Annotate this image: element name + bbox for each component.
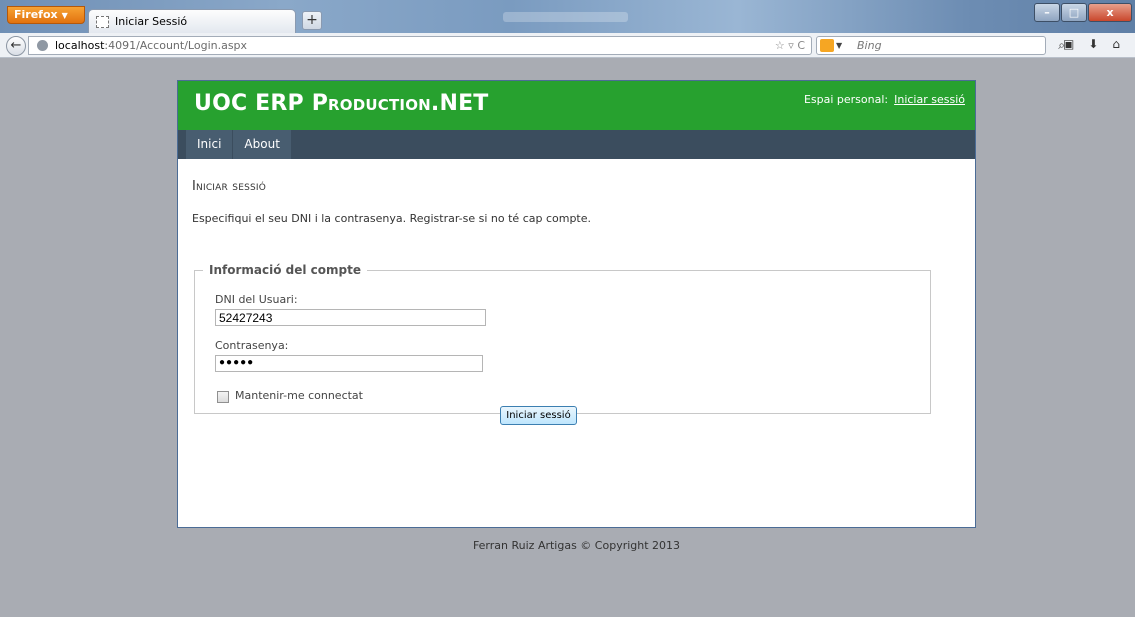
site-header: UOC ERP Production.NET Espai personal: In… <box>178 81 975 130</box>
search-engine-icon[interactable] <box>820 39 834 52</box>
login-display: Espai personal: Iniciar sessió <box>804 93 965 106</box>
login-submit-button[interactable]: Iniciar sessió <box>500 406 577 425</box>
menu-item-about[interactable]: About <box>233 130 292 159</box>
password-input[interactable]: ●●●●● <box>215 355 483 372</box>
password-label: Contrasenya: <box>215 339 289 352</box>
page-favicon-icon <box>96 16 109 28</box>
browser-titlebar: Firefox ▼ Iniciar Sessió + – □ x <box>0 0 1135 33</box>
bookmark-star-icon[interactable]: ☆ <box>775 39 785 52</box>
firefox-menu-label: Firefox <box>14 8 58 21</box>
page-title: Iniciar sessió <box>192 179 267 194</box>
page-container: UOC ERP Production.NET Espai personal: In… <box>177 80 976 528</box>
search-placeholder: Bing <box>857 39 882 52</box>
fieldset-legend: Informació del compte <box>209 263 361 277</box>
main-content: Iniciar sessió Especifiqui el seu DNI i … <box>178 179 975 414</box>
window-controls: – □ x <box>1034 3 1132 22</box>
intro-text: Especifiqui el seu DNI i la contrasenya.… <box>192 212 592 225</box>
main-menu: Inici About <box>178 130 975 159</box>
url-path: :4091/Account/Login.aspx <box>104 39 248 52</box>
firefox-menu-button[interactable]: Firefox ▼ <box>7 6 85 24</box>
reload-icon[interactable]: C <box>797 39 805 52</box>
remember-me-checkbox[interactable] <box>217 391 229 403</box>
page-footer: Ferran Ruiz Artigas © Copyright 2013 <box>472 539 681 552</box>
home-icon[interactable]: ⌂ <box>1112 37 1120 51</box>
bookmarks-menu-icon[interactable]: ▣ <box>1063 37 1074 51</box>
minimize-button[interactable]: – <box>1034 3 1060 22</box>
chevron-down-icon: ▼ <box>61 11 68 20</box>
username-label: DNI del Usuari: <box>215 293 298 306</box>
address-bar[interactable]: localhost:4091/Account/Login.aspx ☆ ▿ C <box>28 36 812 55</box>
chevron-down-icon[interactable]: ▼ <box>836 37 842 54</box>
maximize-button[interactable]: □ <box>1061 3 1087 22</box>
back-arrow-icon: ← <box>10 38 22 53</box>
back-button[interactable]: ← <box>6 36 26 56</box>
downloads-icon[interactable]: ⬇ <box>1088 37 1098 51</box>
login-prefix: Espai personal: <box>803 93 889 106</box>
username-input[interactable]: 52427243 <box>215 309 486 326</box>
browser-navbar: ← localhost:4091/Account/Login.aspx ☆ ▿ … <box>0 33 1135 58</box>
browser-tab[interactable]: Iniciar Sessió <box>88 9 296 33</box>
url-host: localhost <box>55 39 105 52</box>
menu-item-inici[interactable]: Inici <box>186 130 234 159</box>
window-caption <box>503 12 628 22</box>
close-button[interactable]: x <box>1088 3 1132 22</box>
new-tab-button[interactable]: + <box>302 11 322 30</box>
site-title: UOC ERP Production.NET <box>194 91 489 116</box>
history-dropdown-icon[interactable]: ▿ <box>788 39 794 52</box>
account-fieldset: Informació del compte DNI del Usuari: 52… <box>194 263 931 414</box>
toolbar-icons: ▣ ⬇ ⌂ <box>1063 37 1120 51</box>
globe-icon <box>37 40 48 51</box>
search-input[interactable]: ▼ Bing ⌕ <box>816 36 1065 55</box>
remember-me-label: Mantenir-me connectat <box>235 389 363 402</box>
login-link[interactable]: Iniciar sessió <box>894 93 965 106</box>
tab-title: Iniciar Sessió <box>115 15 188 28</box>
